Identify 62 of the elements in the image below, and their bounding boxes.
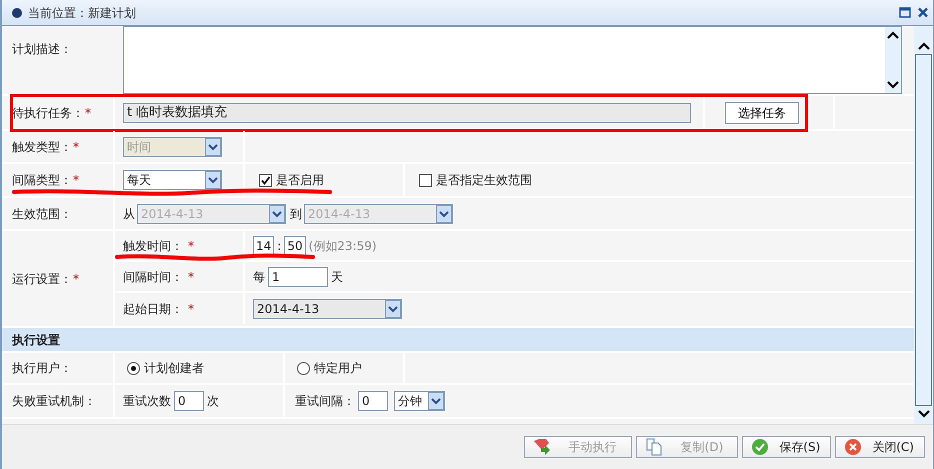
bullet-icon [12,8,22,18]
retry-interval-field[interactable]: 0 [358,391,388,411]
maximize-icon[interactable] [899,7,911,18]
select-task-button[interactable]: 选择任务 [725,102,799,124]
field-label: 起始日期： [123,300,183,318]
unit-select[interactable]: 分钟 [394,391,445,411]
unit-label: 次 [207,393,219,410]
field-label: 生效范围： [12,206,72,222]
start-date-select[interactable]: 2014-4-13 [253,298,402,318]
radio-label[interactable]: 计划创建者 [144,359,204,377]
scrollbar-thumb[interactable] [915,54,932,406]
scroll-down-icon[interactable] [887,81,899,89]
retry-count-label: 重试次数 [123,393,171,410]
checkbox[interactable] [419,174,432,186]
check-icon [260,174,271,186]
scroll-down-icon[interactable] [918,410,930,418]
scroll-up-icon[interactable] [918,42,930,50]
field-label: 失败重试机制： [12,393,96,410]
footer-button[interactable]: 关闭(C) [835,436,925,458]
required-mark: * [188,300,194,318]
gem-arrow-icon [532,438,551,456]
field-label: 间隔类型： [12,172,72,189]
field-label: 运行设置： [12,270,72,288]
required-mark: * [73,270,79,288]
scroll-up-icon[interactable] [887,31,899,39]
field-label: 触发时间： [123,238,183,254]
footer-button[interactable]: 保存(S) [742,436,832,458]
to-label: 到 [290,206,302,222]
required-mark: * [73,138,79,156]
required-mark: * [73,172,79,189]
format-hint: (例如23:59) [308,238,377,254]
field-label: 执行用户： [12,360,72,377]
interval-field[interactable]: 1 [268,266,328,286]
interval-type-select[interactable]: 每天 [123,170,222,190]
required-mark: * [188,238,194,254]
radio-button[interactable] [297,362,310,374]
prefix-label: 每 [253,268,265,286]
required-mark: * [85,104,91,122]
window-title: 当前位置：新建计划 [28,4,137,22]
task-field[interactable]: t 临时表数据填充 [123,102,691,122]
minute-field[interactable]: 50 [284,236,306,256]
radio-button[interactable] [127,362,140,374]
field-label: 待执行任务： [12,104,84,122]
time-separator: : [277,238,282,254]
checkbox-label[interactable]: 是否启用 [276,171,324,189]
radio-label[interactable]: 特定用户 [314,359,362,377]
unit-label: 天 [331,268,343,286]
field-label: 触发类型： [12,138,72,156]
retry-interval-label: 重试间隔： [295,393,355,410]
required-mark: * [188,268,194,286]
field-label: 计划描述： [12,41,72,58]
from-label: 从 [123,206,135,222]
field-label: 间隔时间： [123,268,183,286]
copy-icon [644,438,663,456]
hour-field[interactable]: 14 [253,236,274,256]
check-circle-icon [751,438,770,456]
checkbox[interactable] [259,174,272,186]
checkbox-label[interactable]: 是否指定生效范围 [436,171,532,189]
close-circle-icon [844,438,862,456]
close-icon[interactable] [917,7,929,18]
section-header: 执行设置 [2,328,914,353]
retry-count-field[interactable]: 0 [174,391,204,411]
